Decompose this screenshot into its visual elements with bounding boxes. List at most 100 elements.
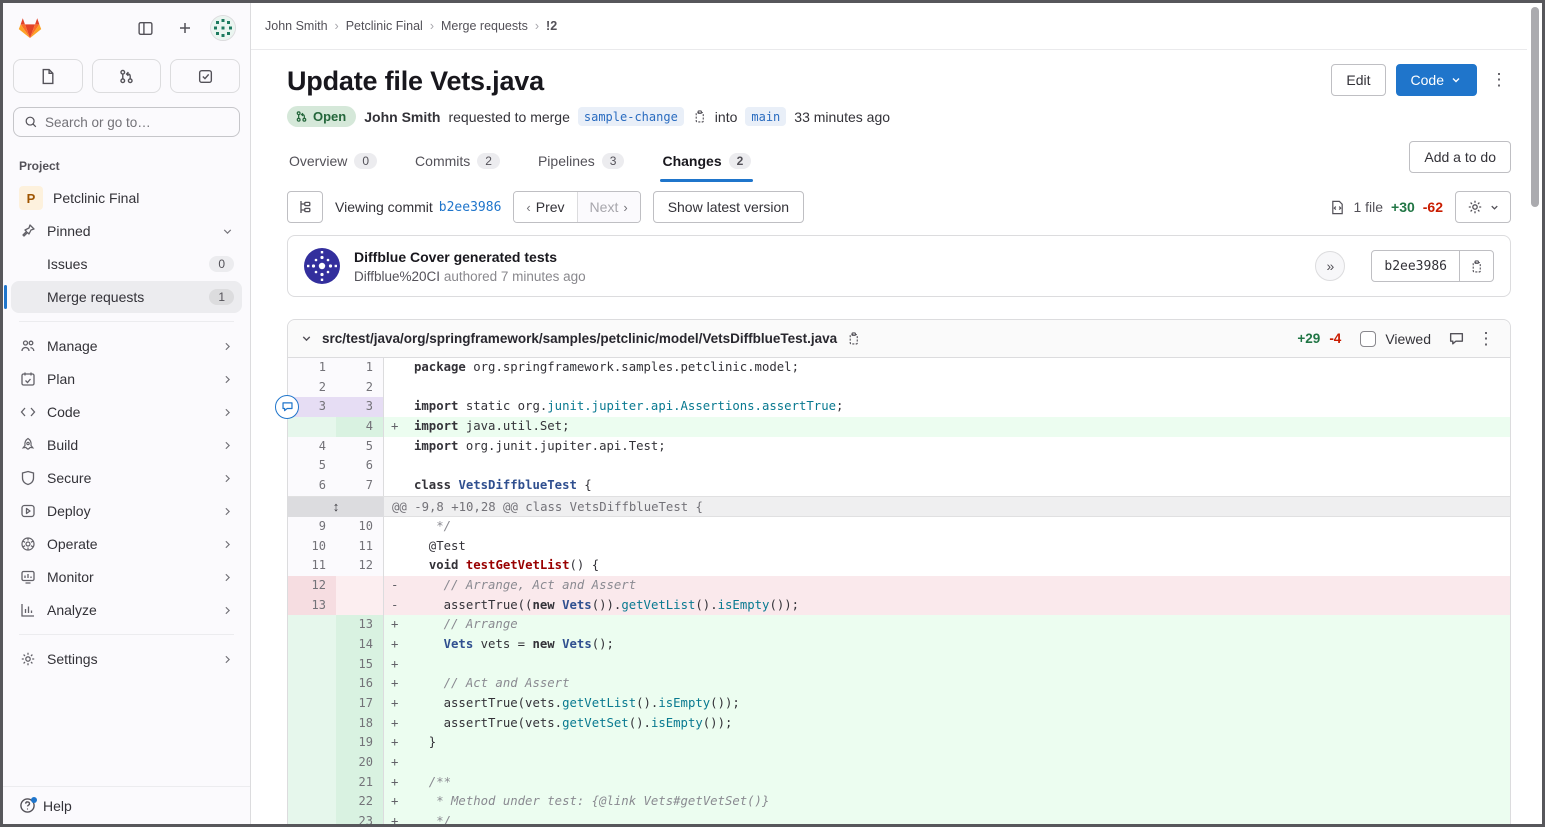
- new-line-number[interactable]: 17: [336, 694, 384, 714]
- sidebar-item-build[interactable]: Build: [11, 429, 242, 461]
- new-line-number[interactable]: 5: [336, 437, 384, 457]
- show-latest-version-button[interactable]: Show latest version: [653, 191, 804, 223]
- new-line-number[interactable]: 4: [336, 417, 384, 437]
- old-line-number[interactable]: 10: [288, 537, 336, 557]
- breadcrumb-item[interactable]: Merge requests: [441, 19, 528, 33]
- file-options-kebab[interactable]: ⋮: [1474, 323, 1498, 355]
- old-line-number[interactable]: [288, 792, 336, 812]
- tab-changes[interactable]: Changes2: [660, 147, 753, 182]
- copy-file-path-icon[interactable]: [846, 331, 861, 346]
- prev-commit-button[interactable]: ‹Prev: [514, 192, 576, 222]
- file-path[interactable]: src/test/java/org/springframework/sample…: [322, 331, 837, 346]
- sidebar-item-settings[interactable]: Settings: [11, 643, 242, 675]
- old-line-number[interactable]: 11: [288, 556, 336, 576]
- breadcrumb-item[interactable]: John Smith: [265, 19, 328, 33]
- old-line-number[interactable]: [288, 733, 336, 753]
- old-line-number[interactable]: [288, 753, 336, 773]
- code-dropdown-button[interactable]: Code: [1396, 64, 1477, 96]
- old-line-number[interactable]: [288, 417, 336, 437]
- add-comment-bubble-icon[interactable]: [275, 395, 299, 419]
- new-line-number[interactable]: 11: [336, 537, 384, 557]
- sidebar-toggle-icon[interactable]: [130, 13, 160, 43]
- new-line-number[interactable]: 3: [336, 397, 384, 417]
- new-line-number[interactable]: 10: [336, 517, 384, 537]
- old-line-number[interactable]: 12: [288, 576, 336, 596]
- sidebar-item-plan[interactable]: Plan: [11, 363, 242, 395]
- commit-author[interactable]: Diffblue%20CI: [354, 269, 440, 284]
- diff-settings-dropdown[interactable]: [1455, 191, 1511, 223]
- file-comment-icon[interactable]: [1448, 330, 1465, 347]
- new-line-number[interactable]: 21: [336, 773, 384, 793]
- tab-pipelines[interactable]: Pipelines3: [536, 147, 627, 182]
- old-line-number[interactable]: [288, 812, 336, 824]
- edit-button[interactable]: Edit: [1331, 64, 1385, 96]
- search-input[interactable]: Search or go to…: [13, 107, 240, 137]
- old-line-number[interactable]: 1: [288, 358, 336, 378]
- scrollbar-thumb[interactable]: [1531, 7, 1539, 207]
- old-line-number[interactable]: 5: [288, 456, 336, 476]
- sidebar-item-analyze[interactable]: Analyze: [11, 594, 242, 626]
- new-menu-plus-icon[interactable]: [170, 13, 200, 43]
- new-line-number[interactable]: 12: [336, 556, 384, 576]
- new-line-number[interactable]: 18: [336, 714, 384, 734]
- file-browser-toggle-button[interactable]: [287, 191, 323, 223]
- next-commit-button[interactable]: Next›: [577, 192, 640, 222]
- mr-author[interactable]: John Smith: [364, 109, 440, 125]
- old-line-number[interactable]: [288, 655, 336, 675]
- expand-lines-button[interactable]: ↕: [288, 497, 384, 517]
- commit-title[interactable]: Diffblue Cover generated tests: [354, 249, 1301, 265]
- sidebar-item-issues[interactable]: Issues0: [11, 248, 242, 280]
- sidebar-item-deploy[interactable]: Deploy: [11, 495, 242, 527]
- new-line-number[interactable]: 13: [336, 615, 384, 635]
- gitlab-logo[interactable]: [17, 15, 43, 41]
- breadcrumb-item[interactable]: Petclinic Final: [346, 19, 423, 33]
- new-line-number[interactable]: 22: [336, 792, 384, 812]
- breadcrumb-item[interactable]: !2: [546, 19, 557, 33]
- sidebar-item-code[interactable]: Code: [11, 396, 242, 428]
- new-line-number[interactable]: 14: [336, 635, 384, 655]
- old-line-number[interactable]: [288, 714, 336, 734]
- todo-list-shortcut-button[interactable]: [170, 59, 240, 93]
- collapse-file-chevron-icon[interactable]: [300, 332, 313, 345]
- sidebar-item-secure[interactable]: Secure: [11, 462, 242, 494]
- new-line-number[interactable]: 16: [336, 674, 384, 694]
- old-line-number[interactable]: [288, 635, 336, 655]
- target-branch-badge[interactable]: main: [745, 107, 786, 126]
- sidebar-item-monitor[interactable]: Monitor: [11, 561, 242, 593]
- sidebar-item-operate[interactable]: Operate: [11, 528, 242, 560]
- new-line-number[interactable]: 20: [336, 753, 384, 773]
- sidebar-item-manage[interactable]: Manage: [11, 330, 242, 362]
- sidebar-item-pinned[interactable]: Pinned: [11, 215, 242, 247]
- old-line-number[interactable]: 6: [288, 476, 336, 496]
- old-line-number[interactable]: [288, 615, 336, 635]
- old-line-number[interactable]: 13: [288, 596, 336, 616]
- viewing-commit-sha-link[interactable]: b2ee3986: [439, 200, 502, 215]
- user-avatar[interactable]: [210, 15, 236, 41]
- copy-branch-icon[interactable]: [692, 109, 707, 124]
- new-line-number[interactable]: 1: [336, 358, 384, 378]
- tab-overview[interactable]: Overview0: [287, 147, 379, 182]
- new-line-number[interactable]: 23: [336, 812, 384, 824]
- new-line-number[interactable]: [336, 576, 384, 596]
- more-actions-kebab[interactable]: ⋮: [1487, 64, 1511, 96]
- sidebar-item-merge-requests[interactable]: Merge requests1: [11, 281, 242, 313]
- old-line-number[interactable]: 4: [288, 437, 336, 457]
- old-line-number[interactable]: [288, 773, 336, 793]
- merge-requests-shortcut-button[interactable]: [92, 59, 162, 93]
- old-line-number[interactable]: 9: [288, 517, 336, 537]
- sidebar-item-help[interactable]: Help: [3, 786, 250, 824]
- expand-commit-details-button[interactable]: »: [1315, 251, 1345, 281]
- old-line-number[interactable]: 3: [288, 397, 336, 417]
- new-line-number[interactable]: 7: [336, 476, 384, 496]
- sidebar-item-project[interactable]: P Petclinic Final: [11, 182, 242, 214]
- issues-shortcut-button[interactable]: [13, 59, 83, 93]
- new-line-number[interactable]: 19: [336, 733, 384, 753]
- old-line-number[interactable]: 2: [288, 378, 336, 398]
- viewed-checkbox[interactable]: [1360, 331, 1376, 347]
- new-line-number[interactable]: 15: [336, 655, 384, 675]
- tab-commits[interactable]: Commits2: [413, 147, 502, 182]
- new-line-number[interactable]: 6: [336, 456, 384, 476]
- source-branch-badge[interactable]: sample-change: [578, 107, 684, 126]
- add-todo-button[interactable]: Add a to do: [1409, 141, 1511, 173]
- old-line-number[interactable]: [288, 694, 336, 714]
